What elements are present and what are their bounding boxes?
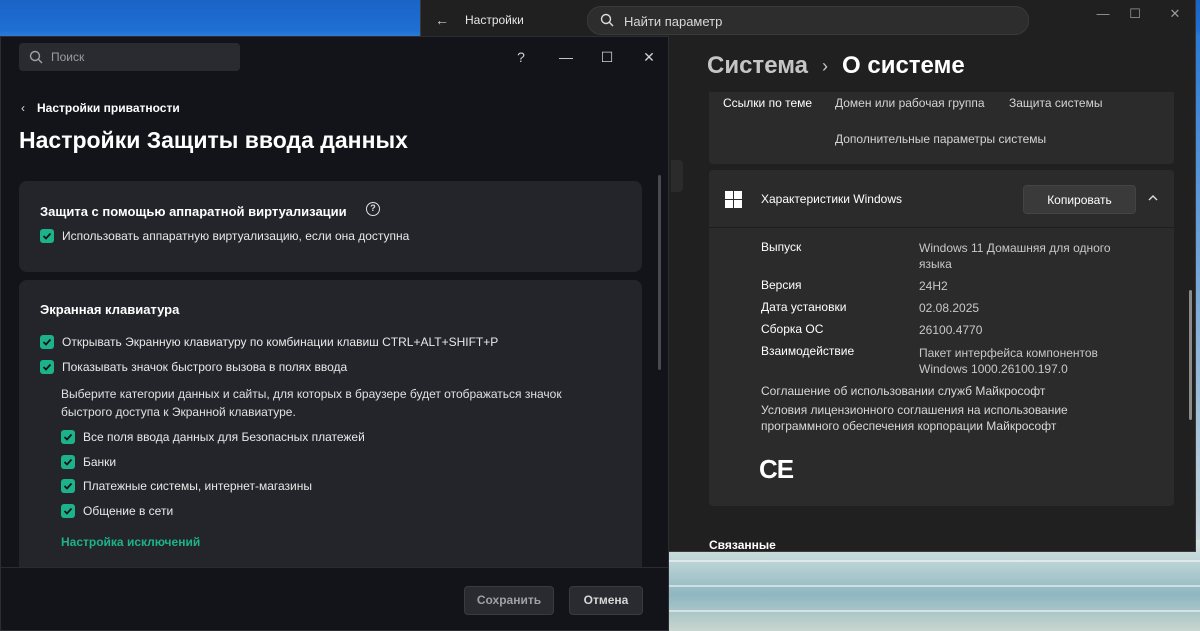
kaspersky-settings-window: Поиск ? — ☐ ✕ ‹ Настройки приватности На… [0, 36, 669, 631]
hw-virtualization-panel: Защита с помощью аппаратной виртуализаци… [19, 181, 642, 272]
exceptions-settings-link[interactable]: Настройка исключений [61, 535, 200, 549]
close-button[interactable]: ✕ [639, 49, 659, 66]
maximize-button[interactable]: ☐ [1123, 6, 1147, 22]
spec-label-experience: Взаимодействие [761, 344, 855, 358]
back-link[interactable]: ‹ Настройки приватности [21, 101, 180, 115]
ce-mark-icon: CE [759, 454, 794, 484]
spec-value-edition: Windows 11 Домашняя для одного языка [919, 241, 1111, 271]
spec-label-os-build: Сборка ОС [761, 322, 824, 336]
checkbox-checked-icon[interactable] [40, 335, 54, 349]
checkbox-checked-icon[interactable] [61, 504, 75, 518]
onscreen-keyboard-panel: Экранная клавиатура Открывать Экранную к… [19, 280, 642, 580]
checkbox-checked-icon[interactable] [40, 229, 54, 243]
show-quick-icon-label: Показывать значок быстрого вызова в поля… [62, 360, 348, 374]
kaspersky-search-input[interactable]: Поиск [19, 43, 240, 71]
spec-label-edition: Выпуск [761, 240, 802, 254]
open-keyboard-hotkey-label: Открывать Экранную клавиатуру по комбина… [62, 335, 499, 349]
category-label: Все поля ввода данных для Безопасных пла… [83, 430, 365, 444]
hw-virtualization-checkbox-label: Использовать аппаратную виртуализацию, е… [62, 229, 410, 243]
page-title: О системе [842, 52, 965, 79]
categories-description: Выберите категории данных и сайты, для к… [61, 387, 562, 419]
link-advanced-system-settings[interactable]: Дополнительные параметры системы [835, 132, 1046, 146]
settings-search-placeholder: Найти параметр [624, 14, 723, 29]
help-button[interactable]: ? [511, 49, 531, 65]
back-arrow-icon[interactable]: ← [435, 12, 451, 28]
category-label: Банки [83, 455, 117, 469]
chevron-up-icon[interactable] [1147, 192, 1159, 204]
windows-specs-header[interactable]: Характеристики Windows Копировать [709, 170, 1174, 228]
category-safe-payments-checkbox[interactable]: Все поля ввода данных для Безопасных пла… [61, 430, 365, 444]
settings-titlebar: ← Настройки Найти параметр — ☐ ✕ [421, 0, 1195, 40]
maximize-button[interactable]: ☐ [597, 49, 617, 66]
close-button[interactable]: ✕ [1163, 6, 1187, 22]
open-keyboard-hotkey-checkbox[interactable]: Открывать Экранную клавиатуру по комбина… [40, 335, 498, 349]
related-section-heading: Связанные [709, 538, 776, 552]
category-banks-checkbox[interactable]: Банки [61, 455, 116, 469]
kaspersky-scrollbar[interactable] [658, 175, 661, 370]
related-links-label: Ссылки по теме [723, 96, 813, 110]
back-link-label: Настройки приватности [37, 101, 180, 115]
spec-value-install-date: 02.08.2025 [919, 301, 980, 315]
checkbox-checked-icon[interactable] [61, 430, 75, 444]
spec-label-version: Версия [761, 278, 802, 292]
windows-logo-icon [725, 191, 742, 208]
checkbox-checked-icon[interactable] [40, 360, 54, 374]
link-license-terms[interactable]: Условия лицензионного соглашения на испо… [761, 402, 1091, 434]
windows-specs-card: Характеристики Windows Копировать Выпуск… [709, 170, 1174, 506]
nav-pane-edge [671, 160, 683, 192]
related-links-card: Ссылки по теме Домен или рабочая группа … [709, 92, 1174, 164]
cancel-button[interactable]: Отмена [569, 586, 643, 615]
onscreen-keyboard-heading: Экранная клавиатура [40, 302, 180, 317]
breadcrumb-parent[interactable]: Система [707, 52, 808, 80]
settings-app-title: Настройки [465, 13, 524, 27]
show-quick-icon-checkbox[interactable]: Показывать значок быстрого вызова в поля… [40, 360, 347, 374]
chevron-left-icon: ‹ [21, 101, 25, 115]
spec-value-os-build: 26100.4770 [919, 323, 983, 337]
checkbox-checked-icon[interactable] [61, 479, 75, 493]
link-system-protection[interactable]: Защита системы [1009, 96, 1102, 110]
breadcrumb: Система › О системе [707, 52, 965, 80]
wallpaper-sea [660, 540, 1200, 631]
settings-search-input[interactable]: Найти параметр [587, 6, 1029, 35]
checkbox-checked-icon[interactable] [61, 455, 75, 469]
kaspersky-footer: Сохранить Отмена [1, 567, 668, 630]
page-title: Настройки Защиты ввода данных [19, 127, 408, 153]
category-payment-systems-checkbox[interactable]: Платежные системы, интернет-магазины [61, 479, 312, 493]
search-icon [600, 13, 614, 27]
hw-virtualization-heading: Защита с помощью аппаратной виртуализаци… [40, 204, 347, 219]
minimize-button[interactable]: — [1091, 6, 1115, 22]
kaspersky-search-placeholder: Поиск [51, 50, 85, 64]
breadcrumb-separator-icon: › [822, 55, 829, 76]
spec-value-version: 24H2 [919, 279, 948, 293]
link-microsoft-services-agreement[interactable]: Соглашение об использовании служб Майкро… [761, 383, 1121, 399]
category-label: Общение в сети [83, 504, 174, 518]
help-circle-icon[interactable]: ? [366, 202, 380, 216]
minimize-button[interactable]: — [556, 49, 576, 65]
windows-specs-title: Характеристики Windows [761, 192, 902, 206]
search-icon [29, 50, 43, 64]
settings-scrollbar[interactable] [1189, 290, 1192, 420]
copy-button[interactable]: Копировать [1023, 185, 1136, 214]
spec-label-install-date: Дата установки [761, 300, 847, 314]
hw-virtualization-checkbox[interactable]: Использовать аппаратную виртуализацию, е… [40, 229, 409, 243]
save-button[interactable]: Сохранить [464, 586, 554, 615]
link-domain-workgroup[interactable]: Домен или рабочая группа [835, 96, 985, 110]
category-social-checkbox[interactable]: Общение в сети [61, 504, 173, 518]
spec-value-experience: Пакет интерфейса компонентов Windows 100… [919, 346, 1098, 376]
category-label: Платежные системы, интернет-магазины [83, 479, 312, 493]
